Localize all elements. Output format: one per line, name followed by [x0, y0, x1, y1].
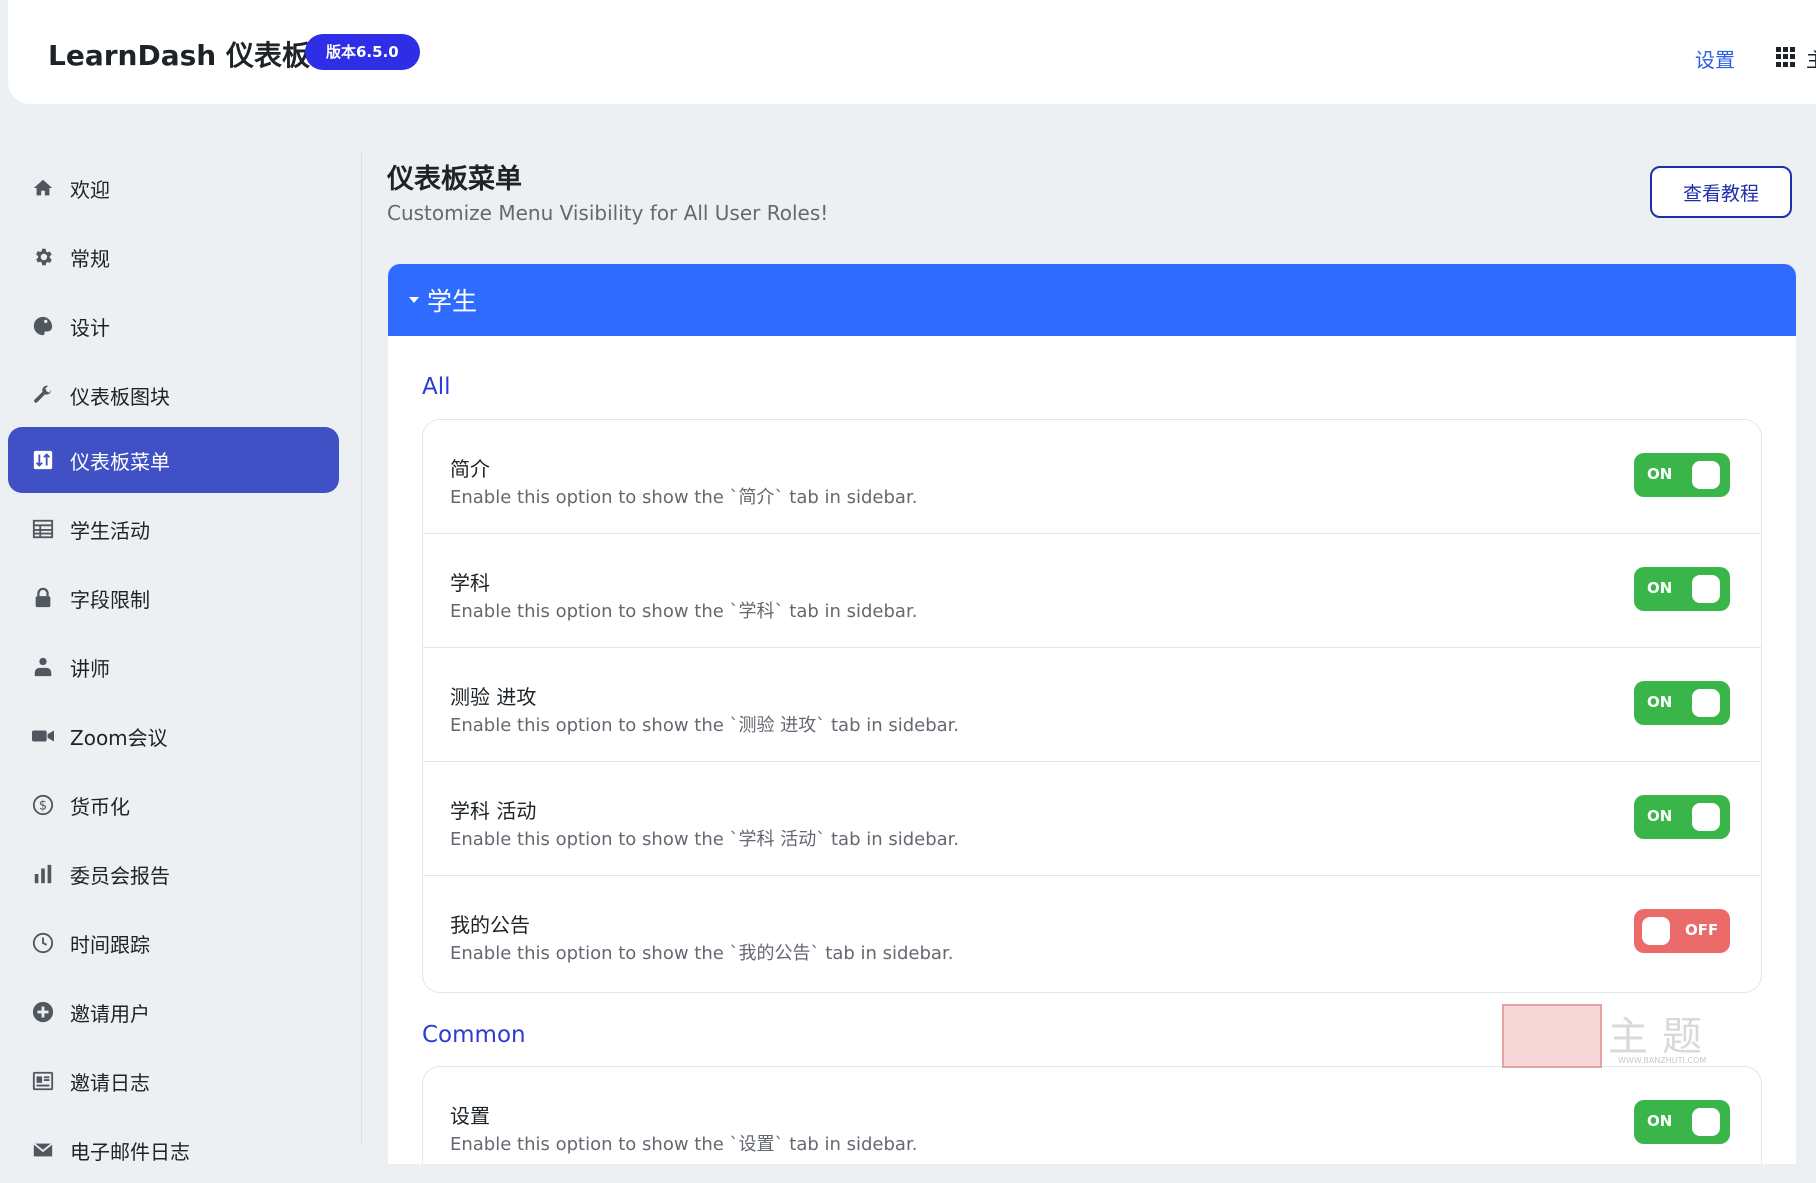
sidebar-item-label: 货币化 — [70, 794, 130, 819]
option-title: 学科 — [450, 571, 490, 595]
toggle-switch[interactable]: ON — [1634, 681, 1730, 725]
option-title: 简介 — [450, 457, 490, 481]
option-desc: Enable this option to show the `设置` tab … — [450, 1134, 918, 1155]
sidebar-item-label: 学生活动 — [70, 518, 150, 543]
gear-icon — [30, 244, 56, 270]
header-main-link[interactable]: 主 — [1806, 44, 1816, 73]
sidebar-item-label: 设计 — [70, 315, 110, 340]
grid-icon[interactable] — [1776, 47, 1796, 67]
watermark-logo: 主题 WWW.BANZHUTI.COM — [1502, 998, 1738, 1070]
option-row: 学科 活动 Enable this option to show the `学科… — [423, 762, 1761, 876]
toggle-switch[interactable]: ON — [1634, 1100, 1730, 1144]
options-card-common: 设置 Enable this option to show the `设置` t… — [422, 1066, 1762, 1164]
sidebar-item-field-restriction[interactable]: 字段限制 — [8, 565, 339, 631]
sidebar-item-label: 邀请日志 — [70, 1070, 150, 1095]
watermark-text: 主题 — [1608, 1014, 1716, 1060]
sidebar-item-committee-report[interactable]: 委员会报告 — [8, 841, 339, 907]
mail-icon — [30, 1137, 56, 1163]
student-panel-header[interactable]: 学生 — [388, 264, 1796, 336]
menu-sort-icon — [30, 447, 56, 473]
option-title: 设置 — [450, 1104, 490, 1128]
watermark-url: WWW.BANZHUTI.COM — [1618, 1056, 1707, 1065]
group-label-common: Common — [422, 1022, 526, 1048]
wrench-icon — [30, 382, 56, 408]
page-subtitle: Customize Menu Visibility for All User R… — [387, 201, 829, 225]
sidebar-item-label: 常规 — [70, 246, 110, 271]
sidebar-item-label: 仪表板图块 — [70, 384, 170, 409]
sidebar-item-label: 欢迎 — [70, 177, 110, 202]
option-title: 测验 进攻 — [450, 685, 537, 709]
option-row: 测验 进攻 Enable this option to show the `测验… — [423, 648, 1761, 762]
sidebar-item-general[interactable]: 常规 — [8, 224, 339, 290]
page-title: 仪表板菜单 — [387, 164, 522, 195]
toggle-switch[interactable]: ON — [1634, 795, 1730, 839]
sidebar-item-label: 时间跟踪 — [70, 932, 150, 957]
options-card-all: 简介 Enable this option to show the `简介` t… — [422, 419, 1762, 993]
home-icon — [30, 175, 56, 201]
sidebar-item-label: 委员会报告 — [70, 863, 170, 888]
group-label-all: All — [422, 374, 451, 400]
sidebar-item-monetization[interactable]: $ 货币化 — [8, 772, 339, 838]
option-title: 学科 活动 — [450, 799, 537, 823]
header-settings-link[interactable]: 设置 — [1695, 44, 1735, 73]
dollar-icon: $ — [30, 792, 56, 818]
sidebar-item-time-tracking[interactable]: 时间跟踪 — [8, 910, 339, 976]
lock-icon — [30, 585, 56, 611]
option-desc: Enable this option to show the `测验 进攻` t… — [450, 715, 960, 736]
view-tutorial-button[interactable]: 查看教程 — [1650, 166, 1792, 218]
clock-icon — [30, 930, 56, 956]
toggle-switch[interactable]: ON — [1634, 567, 1730, 611]
sidebar-divider — [361, 152, 362, 1146]
video-icon — [30, 723, 56, 749]
option-desc: Enable this option to show the `简介` tab … — [450, 487, 918, 508]
sidebar-item-label: 电子邮件日志 — [70, 1139, 190, 1164]
option-desc: Enable this option to show the `我的公告` ta… — [450, 943, 954, 964]
id-card-icon — [30, 1068, 56, 1094]
toggle-switch[interactable]: OFF — [1634, 909, 1730, 953]
sidebar-item-dashboard-blocks[interactable]: 仪表板图块 — [8, 362, 339, 428]
option-row: 学科 Enable this option to show the `学科` t… — [423, 534, 1761, 648]
sidebar-item-design[interactable]: 设计 — [8, 293, 339, 359]
sidebar-item-welcome[interactable]: 欢迎 — [8, 155, 339, 221]
sidebar-item-label: Zoom会议 — [70, 725, 168, 750]
sidebar-item-label: 仪表板菜单 — [70, 449, 170, 474]
option-desc: Enable this option to show the `学科 活动` t… — [450, 829, 960, 850]
palette-icon — [30, 313, 56, 339]
sidebar-item-student-activity[interactable]: 学生活动 — [8, 496, 339, 562]
app-title: LearnDash 仪表板 — [48, 39, 310, 72]
option-row: 设置 Enable this option to show the `设置` t… — [423, 1067, 1761, 1164]
sidebar-item-label: 字段限制 — [70, 587, 150, 612]
option-row: 简介 Enable this option to show the `简介` t… — [423, 420, 1761, 534]
watermark-seal — [1502, 1004, 1602, 1068]
table-icon — [30, 516, 56, 542]
sidebar-item-label: 邀请用户 — [70, 1001, 150, 1026]
svg-text:$: $ — [39, 799, 47, 814]
sidebar-item-dashboard-menu[interactable]: 仪表板菜单 — [8, 427, 339, 493]
sidebar-item-invite-log[interactable]: 邀请日志 — [8, 1048, 339, 1114]
sidebar-item-instructor[interactable]: 讲师 — [8, 634, 339, 700]
option-title: 我的公告 — [450, 913, 530, 937]
caret-down-icon — [409, 297, 419, 303]
plus-circle-icon — [30, 999, 56, 1025]
toggle-switch[interactable]: ON — [1634, 453, 1730, 497]
sidebar-item-email-log[interactable]: 电子邮件日志 — [8, 1117, 339, 1183]
bar-chart-icon — [30, 861, 56, 887]
instructor-icon — [30, 654, 56, 680]
version-badge: 版本6.5.0 — [305, 34, 420, 70]
option-desc: Enable this option to show the `学科` tab … — [450, 601, 918, 622]
option-row: 我的公告 Enable this option to show the `我的公… — [423, 876, 1761, 990]
panel-title: 学生 — [427, 287, 478, 316]
top-header: LearnDash 仪表板 版本6.5.0 设置 主 — [8, 0, 1816, 104]
sidebar-item-zoom[interactable]: Zoom会议 — [8, 703, 339, 769]
sidebar-item-label: 讲师 — [70, 656, 110, 681]
sidebar-item-invite-users[interactable]: 邀请用户 — [8, 979, 339, 1045]
